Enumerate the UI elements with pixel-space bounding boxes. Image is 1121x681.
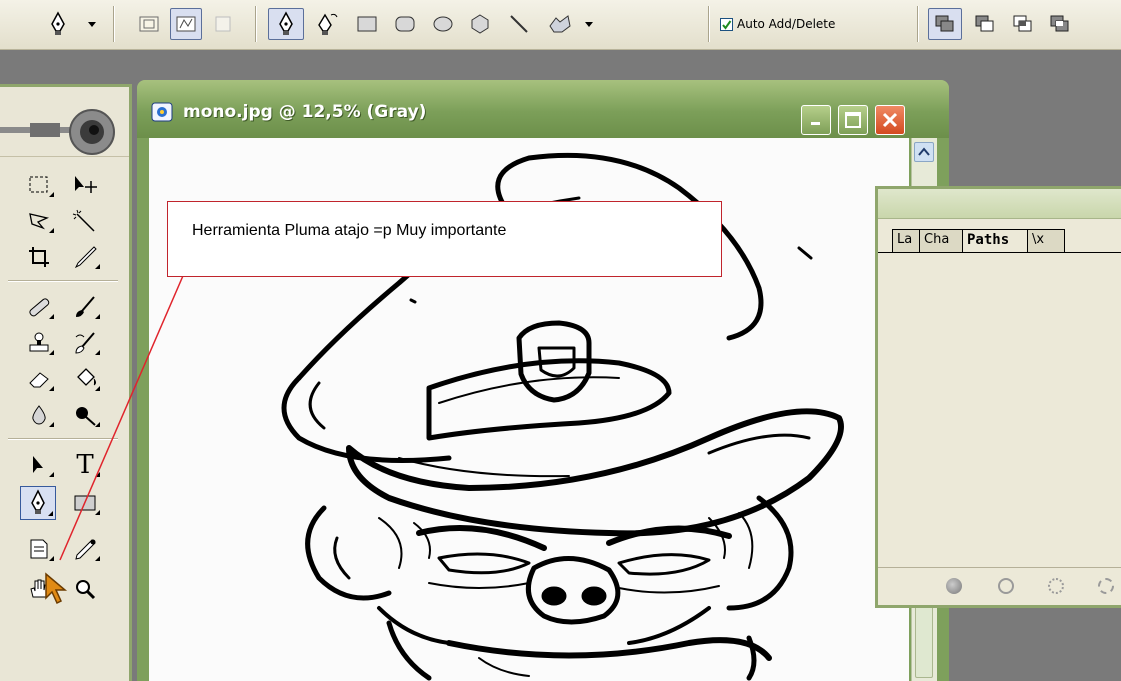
intersect-path-icon[interactable]: [1008, 8, 1038, 40]
tab-channels[interactable]: Cha: [919, 229, 963, 253]
custom-shape-icon[interactable]: [543, 8, 577, 40]
separator: [113, 6, 115, 42]
chevron-up-icon: [918, 147, 930, 156]
clone-stamp-tool[interactable]: [22, 328, 56, 358]
notes-icon: [30, 539, 48, 559]
paint-bucket-tool[interactable]: [68, 364, 102, 394]
paths-list[interactable]: [878, 253, 1121, 563]
scroll-up-button[interactable]: [914, 142, 934, 162]
healing-brush-tool[interactable]: [22, 292, 56, 322]
tab-extra[interactable]: \x: [1027, 229, 1065, 253]
palette-tabs: La Cha Paths \x: [892, 229, 1065, 253]
type-tool[interactable]: T: [68, 450, 102, 480]
document-titlebar[interactable]: mono.jpg @ 12,5% (Gray): [137, 80, 949, 138]
document-window: mono.jpg @ 12,5% (Gray): [137, 80, 949, 681]
document-title: mono.jpg @ 12,5% (Gray): [183, 102, 427, 122]
crop-icon: [29, 247, 49, 267]
arrow-icon: [33, 456, 43, 473]
exclude-overlap-icon[interactable]: [1045, 8, 1075, 40]
eyedropper-tool[interactable]: [68, 534, 102, 564]
blur-tool[interactable]: [22, 400, 56, 430]
notes-tool[interactable]: [22, 534, 56, 564]
freeform-pen-icon[interactable]: [312, 8, 344, 40]
tab-paths[interactable]: Paths: [962, 229, 1028, 253]
auto-add-delete-label: Auto Add/Delete: [737, 17, 836, 31]
checkbox-checked-icon[interactable]: [720, 17, 733, 31]
rectangle-icon[interactable]: [352, 8, 382, 40]
paths-mode-icon[interactable]: [170, 8, 202, 40]
separator: [255, 6, 257, 42]
move-tool[interactable]: [68, 170, 102, 200]
separator: [708, 6, 710, 42]
brush-tool[interactable]: [68, 292, 102, 322]
stroke-path-icon[interactable]: [998, 578, 1014, 594]
polygon-icon[interactable]: [465, 8, 495, 40]
eraser-tool[interactable]: [22, 364, 56, 394]
palette-titlebar[interactable]: [878, 189, 1121, 219]
fill-path-icon[interactable]: [946, 578, 962, 594]
move-icon: [75, 176, 97, 193]
make-work-path-icon[interactable]: [1098, 578, 1114, 594]
history-brush-tool[interactable]: [68, 328, 102, 358]
fill-pixels-icon[interactable]: [208, 8, 238, 40]
close-icon: [882, 112, 898, 128]
type-icon: T: [76, 450, 94, 480]
magic-wand-tool[interactable]: [68, 206, 102, 236]
options-bar: Auto Add/Delete: [0, 0, 1121, 50]
pen-icon: [31, 489, 45, 514]
maximize-button[interactable]: [838, 105, 868, 135]
toolbox-header: [0, 87, 129, 157]
dodge-tool[interactable]: [68, 400, 102, 430]
mouse-cursor-icon: [45, 572, 68, 605]
dropdown-arrow-icon[interactable]: [580, 8, 598, 40]
toolbox-divider: [8, 280, 118, 282]
lasso-icon: [29, 213, 50, 230]
marquee-tool[interactable]: [22, 170, 56, 200]
path-selection-tool[interactable]: [22, 450, 56, 480]
pen-preset-icon[interactable]: [44, 8, 72, 40]
add-to-path-icon[interactable]: [928, 8, 962, 40]
load-selection-icon[interactable]: [1048, 578, 1064, 594]
maximize-icon: [845, 112, 861, 128]
photoshop-workspace: Auto Add/Delete T mono.jpg @ 12,5% (Gray…: [0, 0, 1121, 681]
zoom-icon: [76, 580, 96, 600]
ellipse-icon[interactable]: [428, 8, 458, 40]
paths-palette: La Cha Paths \x: [875, 186, 1121, 608]
close-button[interactable]: [875, 105, 905, 135]
rounded-rectangle-icon[interactable]: [390, 8, 420, 40]
annotation-callout: Herramienta Pluma atajo =p Muy important…: [167, 201, 722, 277]
minimize-icon: [811, 122, 820, 125]
minimize-button[interactable]: [801, 105, 831, 135]
subtract-from-path-icon[interactable]: [970, 8, 1000, 40]
line-icon[interactable]: [504, 8, 534, 40]
callout-text: Herramienta Pluma atajo =p Muy important…: [192, 222, 507, 239]
magic-wand-icon: [72, 209, 95, 232]
separator: [917, 6, 919, 42]
pen-tool[interactable]: [20, 486, 56, 520]
lasso-tool[interactable]: [22, 206, 56, 236]
dropdown-arrow-icon[interactable]: [82, 8, 102, 40]
pen-icon[interactable]: [268, 8, 304, 40]
photoshop-eye-logo-icon: [0, 109, 115, 155]
toolbox-divider: [8, 438, 118, 440]
palette-footer: [878, 567, 1121, 605]
shape-layers-icon[interactable]: [134, 8, 164, 40]
photoshop-document-icon: [151, 102, 173, 122]
marquee-icon: [29, 176, 48, 193]
auto-add-delete-checkbox[interactable]: Auto Add/Delete: [720, 13, 835, 35]
drop-icon: [32, 405, 46, 425]
rectangle-tool[interactable]: [68, 488, 102, 518]
crop-tool[interactable]: [22, 242, 56, 272]
slice-tool[interactable]: [68, 242, 102, 272]
tab-layers[interactable]: La: [892, 229, 920, 253]
